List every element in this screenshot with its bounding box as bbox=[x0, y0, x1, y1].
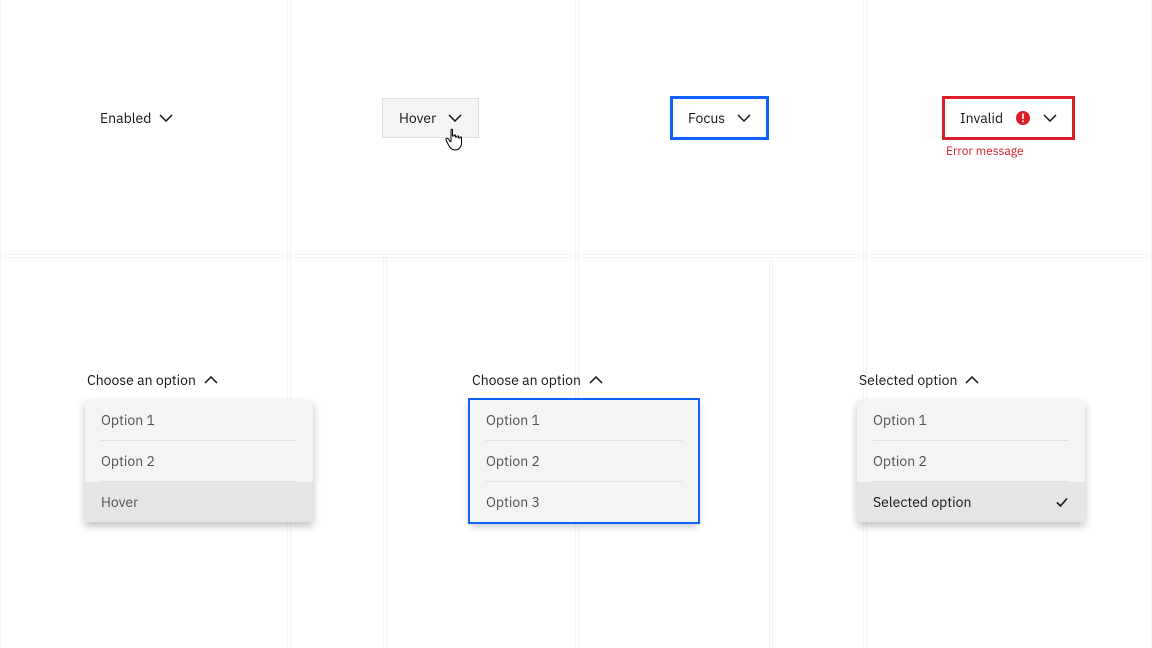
checkmark-icon bbox=[1055, 495, 1069, 509]
warning-icon bbox=[1015, 110, 1031, 126]
menu-item[interactable]: Option 2 bbox=[470, 441, 698, 481]
dropdown-menu: Option 1 Option 2 Hover bbox=[85, 400, 313, 522]
menu-item[interactable]: Option 3 bbox=[470, 482, 698, 522]
dropdown-trigger-open[interactable]: Choose an option bbox=[87, 368, 218, 392]
dropdown-trigger-invalid[interactable]: Invalid bbox=[944, 98, 1073, 138]
dropdown-trigger-focus[interactable]: Focus bbox=[672, 98, 767, 138]
dropdown-label: Selected option bbox=[859, 371, 957, 389]
chevron-down-icon bbox=[737, 114, 751, 122]
dropdown-trigger-enabled[interactable]: Enabled bbox=[100, 106, 173, 130]
dropdown-label: Hover bbox=[399, 111, 436, 125]
canvas: Enabled Hover Focus bbox=[0, 0, 1152, 648]
dropdown-label: Focus bbox=[688, 111, 725, 125]
chevron-down-icon bbox=[1043, 114, 1057, 122]
chevron-up-icon bbox=[204, 376, 218, 384]
menu-item-selected[interactable]: Selected option bbox=[857, 482, 1085, 522]
menu-item[interactable]: Option 1 bbox=[857, 400, 1085, 440]
dropdown-label: Choose an option bbox=[87, 371, 196, 389]
menu-item[interactable]: Option 2 bbox=[85, 441, 313, 481]
chevron-down-icon bbox=[159, 114, 173, 122]
chevron-up-icon bbox=[589, 376, 603, 384]
error-message: Error message bbox=[946, 144, 1073, 159]
dropdown-label: Enabled bbox=[100, 109, 151, 127]
menu-item[interactable]: Option 2 bbox=[857, 441, 1085, 481]
dropdown-trigger-hover[interactable]: Hover bbox=[382, 98, 479, 138]
dropdown-label: Invalid bbox=[960, 111, 1003, 125]
dropdown-trigger-open[interactable]: Choose an option bbox=[472, 368, 603, 392]
chevron-down-icon bbox=[448, 114, 462, 122]
menu-item[interactable]: Option 1 bbox=[470, 400, 698, 440]
dropdown-trigger-open[interactable]: Selected option bbox=[859, 368, 979, 392]
menu-item[interactable]: Option 1 bbox=[85, 400, 313, 440]
dropdown-menu-focus: Option 1 Option 2 Option 3 bbox=[470, 400, 698, 522]
dropdown-menu: Option 1 Option 2 Selected option bbox=[857, 400, 1085, 522]
menu-item-hover[interactable]: Hover bbox=[85, 482, 313, 522]
dropdown-label: Choose an option bbox=[472, 371, 581, 389]
chevron-up-icon bbox=[965, 376, 979, 384]
